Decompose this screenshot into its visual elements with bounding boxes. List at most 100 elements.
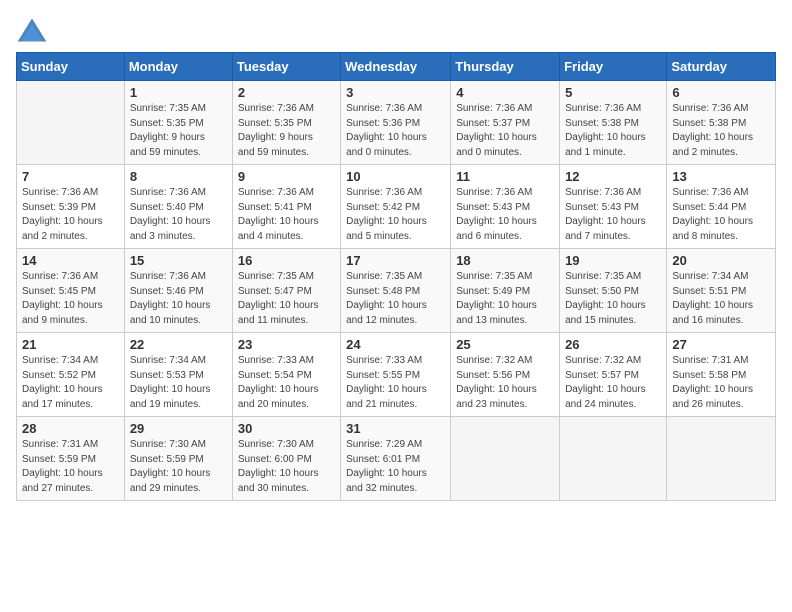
header-row: SundayMondayTuesdayWednesdayThursdayFrid… xyxy=(17,53,776,81)
day-info: Sunrise: 7:35 AM Sunset: 5:47 PM Dayligh… xyxy=(238,270,335,328)
day-cell xyxy=(667,417,776,501)
day-number: 14 xyxy=(22,253,119,268)
day-cell: 31 Sunrise: 7:29 AM Sunset: 6:01 PM Dayli… xyxy=(341,417,451,501)
day-info: Sunrise: 7:30 AM Sunset: 6:00 PM Dayligh… xyxy=(238,438,335,496)
day-info: Sunrise: 7:35 AM Sunset: 5:50 PM Dayligh… xyxy=(565,270,661,328)
day-cell xyxy=(560,417,667,501)
day-info: Sunrise: 7:31 AM Sunset: 5:59 PM Dayligh… xyxy=(22,438,119,496)
day-cell: 11 Sunrise: 7:36 AM Sunset: 5:43 PM Dayli… xyxy=(451,165,560,249)
day-cell: 28Sunrise: 7:31 AM Sunset: 5:59 PM Dayli… xyxy=(17,417,125,501)
day-cell: 26 Sunrise: 7:32 AM Sunset: 5:57 PM Dayli… xyxy=(560,333,667,417)
day-number: 4 xyxy=(456,85,554,100)
day-cell: 1 Sunrise: 7:35 AM Sunset: 5:35 PM Daylig… xyxy=(124,81,232,165)
day-number: 9 xyxy=(238,169,335,184)
day-info: Sunrise: 7:36 AM Sunset: 5:44 PM Dayligh… xyxy=(672,186,770,244)
day-cell: 27 Sunrise: 7:31 AM Sunset: 5:58 PM Dayli… xyxy=(667,333,776,417)
day-cell: 24 Sunrise: 7:33 AM Sunset: 5:55 PM Dayli… xyxy=(341,333,451,417)
day-number: 30 xyxy=(238,421,335,436)
day-cell: 21Sunrise: 7:34 AM Sunset: 5:52 PM Dayli… xyxy=(17,333,125,417)
day-cell: 8Sunrise: 7:36 AM Sunset: 5:40 PM Daylig… xyxy=(124,165,232,249)
day-info: Sunrise: 7:34 AM Sunset: 5:53 PM Dayligh… xyxy=(130,354,227,412)
day-number: 17 xyxy=(346,253,445,268)
day-cell: 5 Sunrise: 7:36 AM Sunset: 5:38 PM Daylig… xyxy=(560,81,667,165)
week-row-4: 21Sunrise: 7:34 AM Sunset: 5:52 PM Dayli… xyxy=(17,333,776,417)
day-cell: 6Sunrise: 7:36 AM Sunset: 5:38 PM Daylig… xyxy=(667,81,776,165)
day-info: Sunrise: 7:31 AM Sunset: 5:58 PM Dayligh… xyxy=(672,354,770,412)
day-number: 22 xyxy=(130,337,227,352)
day-number: 24 xyxy=(346,337,445,352)
day-info: Sunrise: 7:30 AM Sunset: 5:59 PM Dayligh… xyxy=(130,438,227,496)
day-number: 1 xyxy=(130,85,227,100)
day-number: 31 xyxy=(346,421,445,436)
day-info: Sunrise: 7:36 AM Sunset: 5:43 PM Dayligh… xyxy=(565,186,661,244)
day-number: 15 xyxy=(130,253,227,268)
day-cell: 10 Sunrise: 7:36 AM Sunset: 5:42 PM Dayli… xyxy=(341,165,451,249)
day-info: Sunrise: 7:36 AM Sunset: 5:40 PM Dayligh… xyxy=(130,186,227,244)
day-info: Sunrise: 7:32 AM Sunset: 5:56 PM Dayligh… xyxy=(456,354,554,412)
day-info: Sunrise: 7:35 AM Sunset: 5:49 PM Dayligh… xyxy=(456,270,554,328)
day-info: Sunrise: 7:33 AM Sunset: 5:55 PM Dayligh… xyxy=(346,354,445,412)
day-number: 21 xyxy=(22,337,119,352)
header-wednesday: Wednesday xyxy=(341,53,451,81)
day-info: Sunrise: 7:32 AM Sunset: 5:57 PM Dayligh… xyxy=(565,354,661,412)
day-number: 3 xyxy=(346,85,445,100)
calendar-table: SundayMondayTuesdayWednesdayThursdayFrid… xyxy=(16,52,776,501)
day-cell: 3 Sunrise: 7:36 AM Sunset: 5:36 PM Daylig… xyxy=(341,81,451,165)
day-number: 20 xyxy=(672,253,770,268)
day-info: Sunrise: 7:34 AM Sunset: 5:51 PM Dayligh… xyxy=(672,270,770,328)
day-cell: 22 Sunrise: 7:34 AM Sunset: 5:53 PM Dayli… xyxy=(124,333,232,417)
day-number: 7 xyxy=(22,169,119,184)
day-info: Sunrise: 7:36 AM Sunset: 5:36 PM Dayligh… xyxy=(346,102,445,160)
day-info: Sunrise: 7:36 AM Sunset: 5:38 PM Dayligh… xyxy=(565,102,661,160)
day-cell: 9 Sunrise: 7:36 AM Sunset: 5:41 PM Daylig… xyxy=(232,165,340,249)
header-sunday: Sunday xyxy=(17,53,125,81)
day-info: Sunrise: 7:29 AM Sunset: 6:01 PM Dayligh… xyxy=(346,438,445,496)
day-cell: 12Sunrise: 7:36 AM Sunset: 5:43 PM Dayli… xyxy=(560,165,667,249)
day-number: 26 xyxy=(565,337,661,352)
day-number: 29 xyxy=(130,421,227,436)
day-cell: 4 Sunrise: 7:36 AM Sunset: 5:37 PM Daylig… xyxy=(451,81,560,165)
day-number: 23 xyxy=(238,337,335,352)
day-info: Sunrise: 7:33 AM Sunset: 5:54 PM Dayligh… xyxy=(238,354,335,412)
day-info: Sunrise: 7:36 AM Sunset: 5:35 PM Dayligh… xyxy=(238,102,335,160)
day-info: Sunrise: 7:36 AM Sunset: 5:46 PM Dayligh… xyxy=(130,270,227,328)
day-cell: 16 Sunrise: 7:35 AM Sunset: 5:47 PM Dayli… xyxy=(232,249,340,333)
header-saturday: Saturday xyxy=(667,53,776,81)
day-cell: 15 Sunrise: 7:36 AM Sunset: 5:46 PM Dayli… xyxy=(124,249,232,333)
day-cell: 25Sunrise: 7:32 AM Sunset: 5:56 PM Dayli… xyxy=(451,333,560,417)
day-cell: 14 Sunrise: 7:36 AM Sunset: 5:45 PM Dayli… xyxy=(17,249,125,333)
day-cell: 17Sunrise: 7:35 AM Sunset: 5:48 PM Dayli… xyxy=(341,249,451,333)
day-number: 27 xyxy=(672,337,770,352)
day-number: 2 xyxy=(238,85,335,100)
day-cell: 13Sunrise: 7:36 AM Sunset: 5:44 PM Dayli… xyxy=(667,165,776,249)
day-cell: 20 Sunrise: 7:34 AM Sunset: 5:51 PM Dayli… xyxy=(667,249,776,333)
day-cell: 23 Sunrise: 7:33 AM Sunset: 5:54 PM Dayli… xyxy=(232,333,340,417)
day-number: 18 xyxy=(456,253,554,268)
day-cell: 29 Sunrise: 7:30 AM Sunset: 5:59 PM Dayli… xyxy=(124,417,232,501)
header-friday: Friday xyxy=(560,53,667,81)
day-info: Sunrise: 7:36 AM Sunset: 5:45 PM Dayligh… xyxy=(22,270,119,328)
day-cell xyxy=(17,81,125,165)
header-tuesday: Tuesday xyxy=(232,53,340,81)
day-cell: 19 Sunrise: 7:35 AM Sunset: 5:50 PM Dayli… xyxy=(560,249,667,333)
header-thursday: Thursday xyxy=(451,53,560,81)
day-number: 19 xyxy=(565,253,661,268)
day-number: 10 xyxy=(346,169,445,184)
week-row-3: 14 Sunrise: 7:36 AM Sunset: 5:45 PM Dayli… xyxy=(17,249,776,333)
logo-icon xyxy=(16,16,48,44)
day-number: 16 xyxy=(238,253,335,268)
day-cell: 7Sunrise: 7:36 AM Sunset: 5:39 PM Daylig… xyxy=(17,165,125,249)
day-cell: 18 Sunrise: 7:35 AM Sunset: 5:49 PM Dayli… xyxy=(451,249,560,333)
day-info: Sunrise: 7:36 AM Sunset: 5:43 PM Dayligh… xyxy=(456,186,554,244)
week-row-1: 1 Sunrise: 7:35 AM Sunset: 5:35 PM Daylig… xyxy=(17,81,776,165)
day-number: 11 xyxy=(456,169,554,184)
page-header xyxy=(16,16,776,44)
day-info: Sunrise: 7:36 AM Sunset: 5:37 PM Dayligh… xyxy=(456,102,554,160)
day-info: Sunrise: 7:35 AM Sunset: 5:35 PM Dayligh… xyxy=(130,102,227,160)
week-row-5: 28Sunrise: 7:31 AM Sunset: 5:59 PM Dayli… xyxy=(17,417,776,501)
day-number: 5 xyxy=(565,85,661,100)
week-row-2: 7Sunrise: 7:36 AM Sunset: 5:39 PM Daylig… xyxy=(17,165,776,249)
day-info: Sunrise: 7:36 AM Sunset: 5:41 PM Dayligh… xyxy=(238,186,335,244)
day-info: Sunrise: 7:36 AM Sunset: 5:42 PM Dayligh… xyxy=(346,186,445,244)
logo xyxy=(16,16,52,44)
